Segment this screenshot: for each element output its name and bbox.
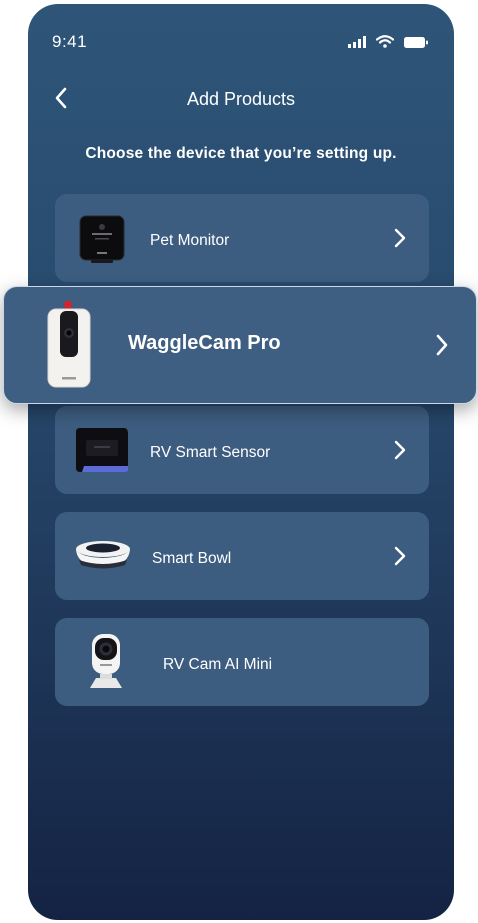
product-label: Pet Monitor <box>150 232 230 249</box>
pet-monitor-device-image <box>73 206 131 270</box>
screen: 9:41 Add Products Choose the device that… <box>0 0 478 923</box>
phone-frame: 9:41 Add Products Choose the device that… <box>28 4 454 920</box>
rv-smart-sensor-device-image <box>73 418 131 482</box>
wagglecam-pro-device-image <box>40 297 100 393</box>
product-label: RV Smart Sensor <box>150 444 271 461</box>
product-card-rv-cam-ai-mini[interactable]: RV Cam AI Mini <box>55 618 429 706</box>
product-label: Smart Bowl <box>152 550 232 567</box>
chevron-right-icon <box>394 440 406 460</box>
page-title: Add Products <box>186 89 296 109</box>
chevron-right-icon <box>394 228 406 248</box>
wifi-icon <box>375 35 395 53</box>
product-card-pet-monitor[interactable]: Pet Monitor <box>55 194 429 282</box>
rv-cam-ai-mini-device-image <box>77 630 135 694</box>
product-label: WaggleCam Pro <box>128 332 281 354</box>
chevron-right-icon <box>436 334 448 356</box>
instruction-text: Choose the device that you’re setting up… <box>85 145 397 162</box>
navigation-bar: Add Products <box>28 82 454 118</box>
product-card-rv-smart-sensor[interactable]: RV Smart Sensor <box>55 406 429 494</box>
chevron-right-icon <box>394 546 406 566</box>
status-bar: 9:41 <box>28 4 454 74</box>
status-icons <box>348 35 428 53</box>
cellular-signal-icon <box>348 35 366 53</box>
smart-bowl-device-image <box>71 524 135 588</box>
status-time: 9:41 <box>52 32 88 51</box>
product-label: RV Cam AI Mini <box>163 656 273 673</box>
product-card-smart-bowl[interactable]: Smart Bowl <box>55 512 429 600</box>
battery-icon <box>404 35 428 53</box>
product-card-wagglecam-pro[interactable]: WaggleCam Pro <box>3 286 477 404</box>
